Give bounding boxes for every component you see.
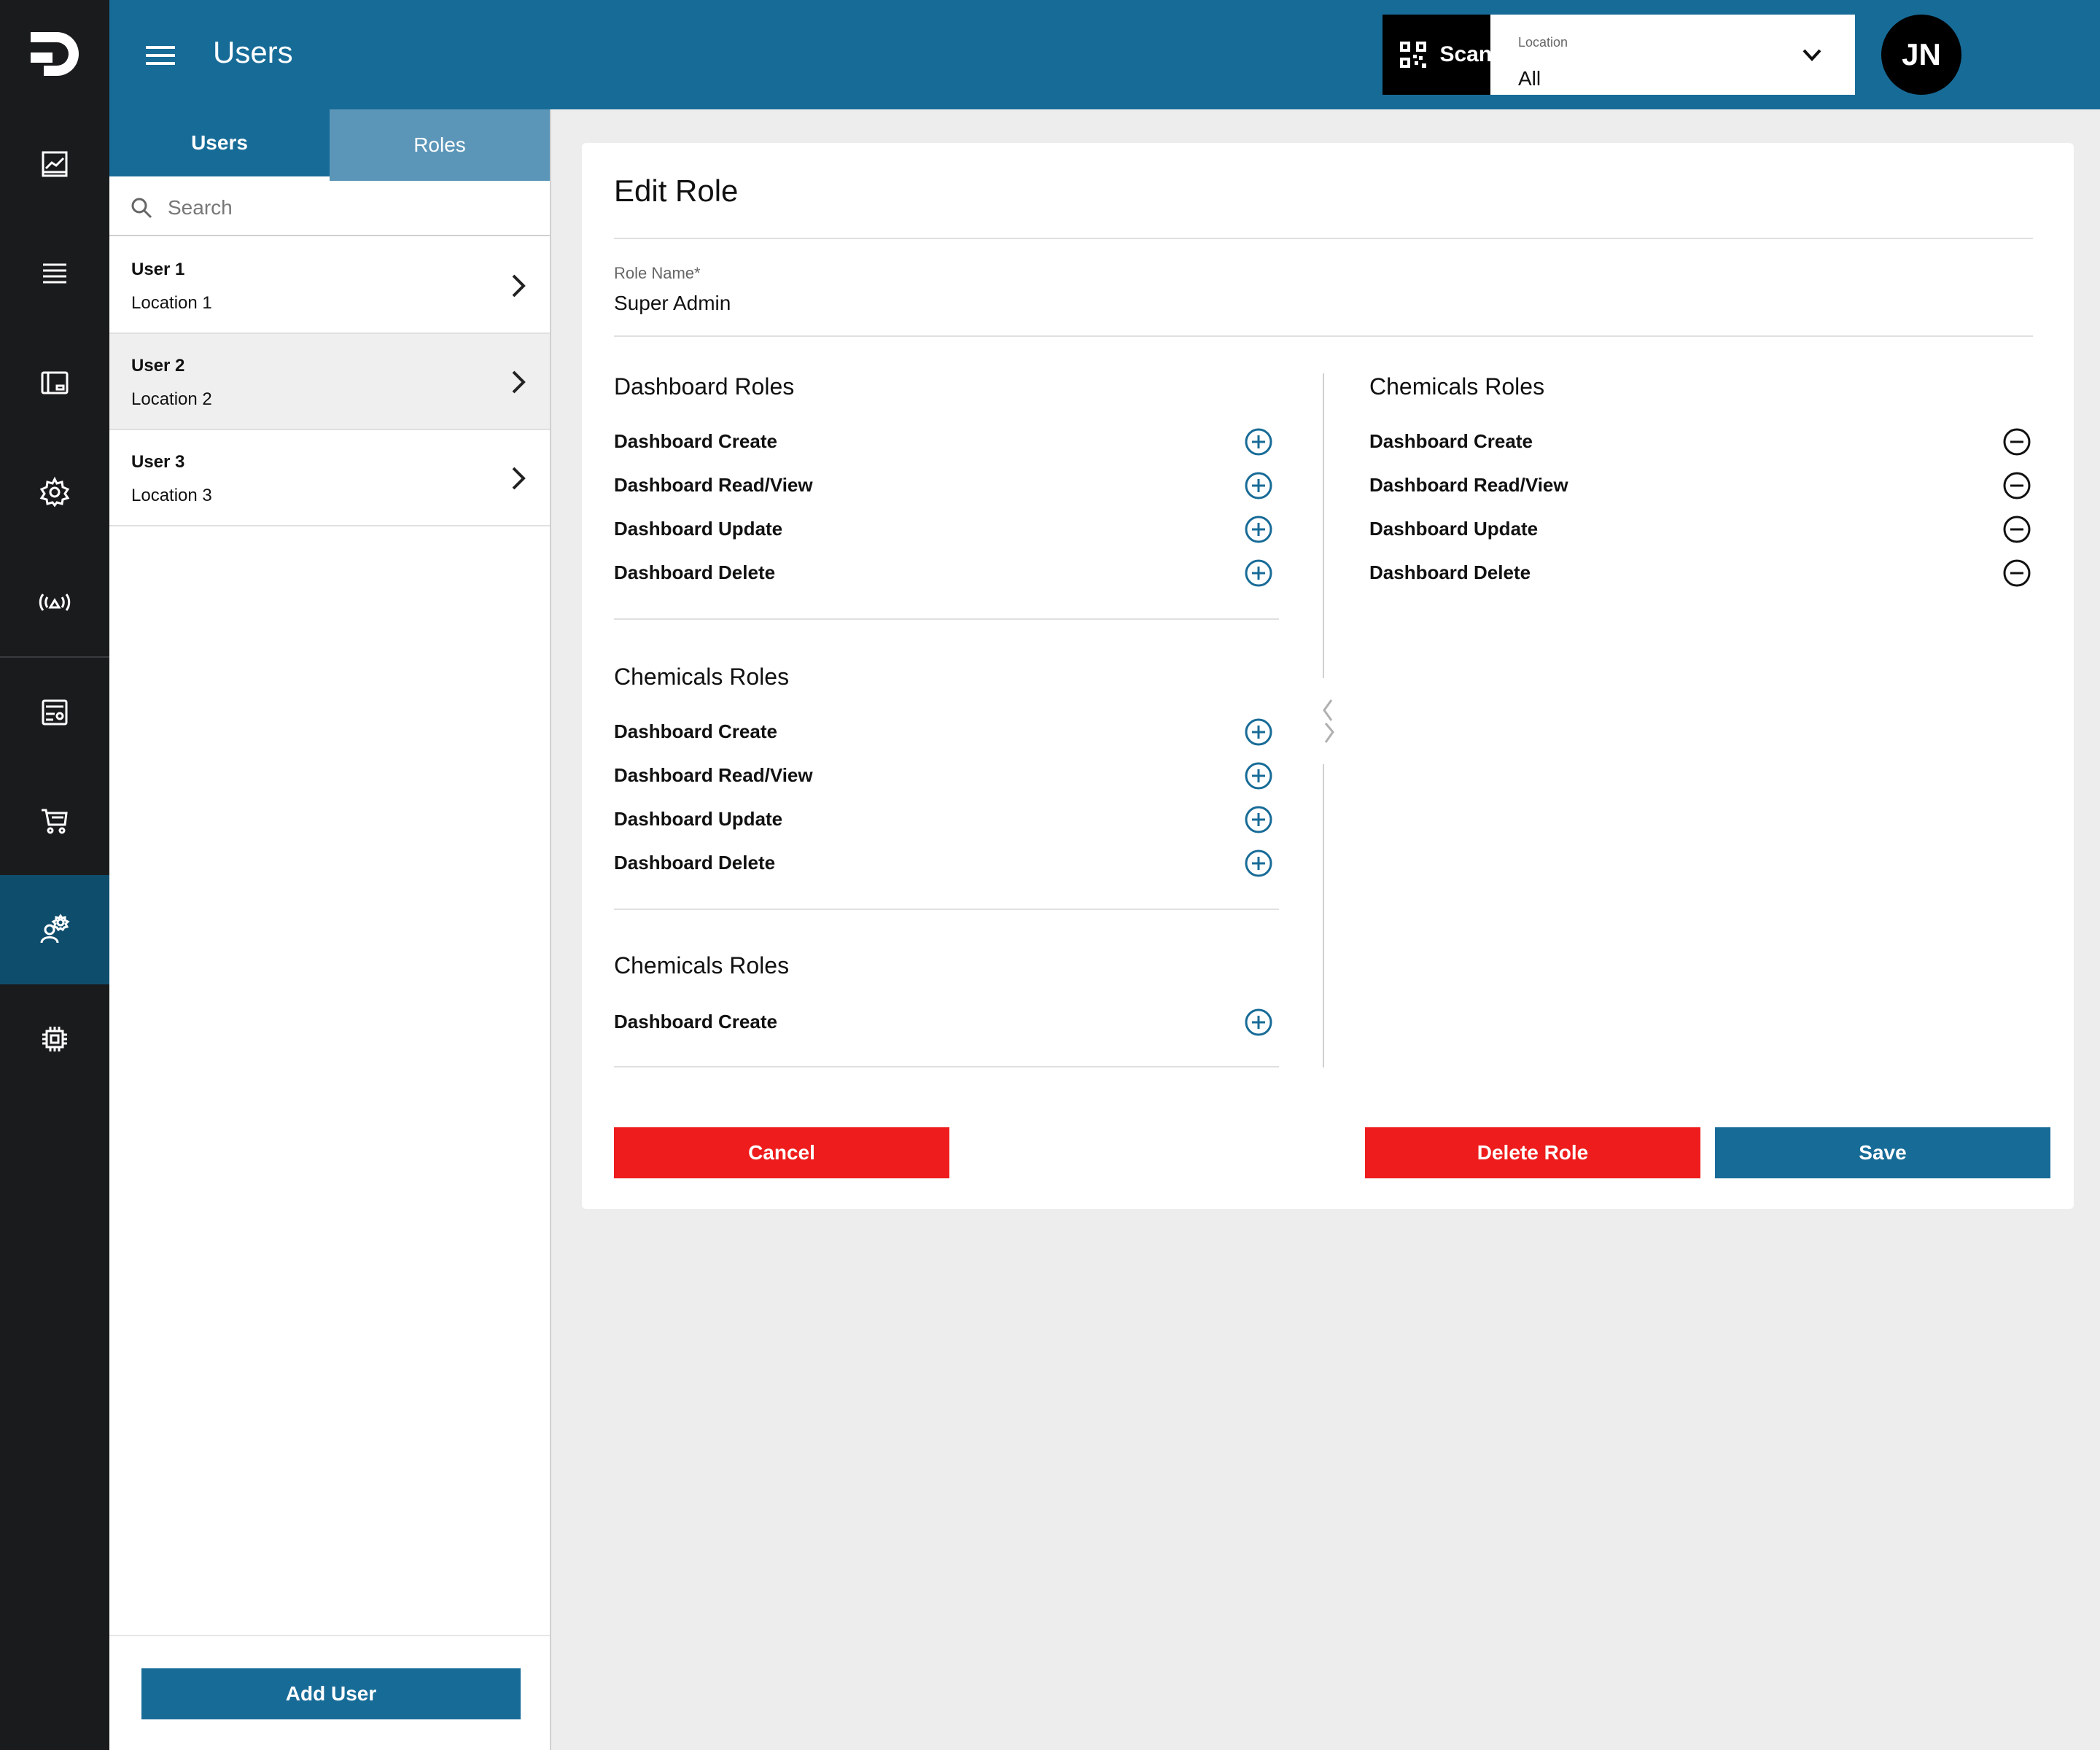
permission-label: Dashboard Update: [1369, 518, 1539, 540]
remove-circle-icon[interactable]: [2002, 515, 2031, 544]
permission-label: Dashboard Update: [614, 518, 783, 540]
permission-label: Dashboard Create: [614, 720, 777, 742]
permission-label: Dashboard Delete: [1369, 561, 1531, 583]
report-icon[interactable]: [0, 658, 109, 767]
user-list-item[interactable]: User 1 Location 1: [109, 238, 550, 334]
card-title: Edit Role: [614, 174, 739, 208]
add-circle-icon[interactable]: [1244, 515, 1273, 544]
search-input[interactable]: [168, 196, 518, 219]
remove-circle-icon[interactable]: [2002, 427, 2031, 456]
tab-users[interactable]: Users: [109, 109, 330, 181]
section-title: Chemicals Roles: [1369, 373, 1545, 400]
column-separator: [1323, 764, 1324, 1068]
permission-label: Dashboard Read/View: [614, 764, 813, 786]
user-name: User 2: [131, 356, 185, 376]
delete-role-button[interactable]: Delete Role: [1365, 1127, 1700, 1178]
role-name-field[interactable]: Super Admin: [614, 292, 731, 315]
search-bar: [109, 181, 550, 236]
column-separator: [1323, 373, 1324, 678]
divider: [614, 1066, 1279, 1068]
user-name: User 1: [131, 260, 185, 279]
search-icon: [131, 198, 152, 219]
user-location: Location 1: [131, 293, 212, 313]
role-name-label: Role Name*: [614, 264, 701, 282]
user-location: Location 3: [131, 486, 212, 505]
add-circle-icon[interactable]: [1244, 805, 1273, 834]
add-circle-icon[interactable]: [1244, 1008, 1273, 1037]
permission-label: Dashboard Create: [614, 1011, 777, 1032]
cancel-button[interactable]: Cancel: [614, 1127, 949, 1178]
collapse-toggle-icon[interactable]: [1312, 696, 1345, 747]
top-bar: Users Scan Code Location All JN: [109, 0, 2100, 109]
add-user-footer: Add User: [109, 1635, 550, 1750]
divider: [614, 909, 1279, 910]
chevron-down-icon: [1802, 49, 1821, 61]
list-icon[interactable]: [0, 219, 109, 328]
add-circle-icon[interactable]: [1244, 761, 1273, 790]
role-name-underline: [614, 335, 2033, 337]
chevron-right-icon: [512, 467, 526, 490]
location-value: All: [1518, 67, 1541, 90]
permission-label: Dashboard Delete: [614, 561, 776, 583]
user-settings-icon[interactable]: [0, 875, 109, 984]
broadcast-icon[interactable]: [0, 547, 109, 656]
save-button[interactable]: Save: [1715, 1127, 2050, 1178]
add-circle-icon[interactable]: [1244, 849, 1273, 878]
add-circle-icon[interactable]: [1244, 471, 1273, 500]
users-panel: Users Roles User 1 Location 1 User 2 Loc…: [109, 109, 551, 1750]
page-title: Users: [213, 35, 293, 69]
tab-bar: Users Roles: [109, 109, 550, 181]
edit-role-card: Edit Role Role Name* Super Admin Dashboa…: [582, 143, 2074, 1209]
tab-roles[interactable]: Roles: [330, 109, 550, 181]
chart-icon[interactable]: [0, 109, 109, 219]
chip-icon[interactable]: [0, 984, 109, 1094]
remove-circle-icon[interactable]: [2002, 559, 2031, 588]
divider: [614, 238, 2033, 239]
permission-label: Dashboard Read/View: [1369, 474, 1568, 496]
dashboard-icon[interactable]: [0, 328, 109, 438]
qr-code-icon: [1400, 42, 1427, 68]
cart-icon[interactable]: [0, 766, 109, 875]
location-label: Location: [1518, 35, 1568, 50]
user-name: User 3: [131, 452, 185, 472]
avatar[interactable]: JN: [1881, 15, 1961, 95]
add-circle-icon[interactable]: [1244, 718, 1273, 747]
permission-label: Dashboard Read/View: [614, 474, 813, 496]
permission-label: Dashboard Create: [614, 430, 777, 452]
user-list-item[interactable]: User 2 Location 2: [109, 334, 550, 430]
hamburger-menu-icon[interactable]: [143, 38, 178, 73]
divider: [614, 618, 1279, 620]
remove-circle-icon[interactable]: [2002, 471, 2031, 500]
chevron-right-icon: [512, 274, 526, 298]
permission-label: Dashboard Update: [614, 808, 783, 830]
logo-icon[interactable]: [0, 0, 109, 109]
user-location: Location 2: [131, 389, 212, 409]
section-title: Chemicals Roles: [614, 952, 790, 979]
permission-label: Dashboard Create: [1369, 430, 1533, 452]
settings-gear-icon[interactable]: [0, 438, 109, 547]
add-circle-icon[interactable]: [1244, 427, 1273, 456]
chevron-right-icon: [512, 370, 526, 394]
nav-rail: [0, 0, 109, 1750]
location-select[interactable]: Location All: [1490, 15, 1855, 95]
section-title: Chemicals Roles: [614, 664, 790, 690]
permission-label: Dashboard Delete: [614, 852, 776, 874]
add-circle-icon[interactable]: [1244, 559, 1273, 588]
add-user-button[interactable]: Add User: [141, 1668, 521, 1719]
user-list-item[interactable]: User 3 Location 3: [109, 430, 550, 526]
section-title: Dashboard Roles: [614, 373, 795, 400]
